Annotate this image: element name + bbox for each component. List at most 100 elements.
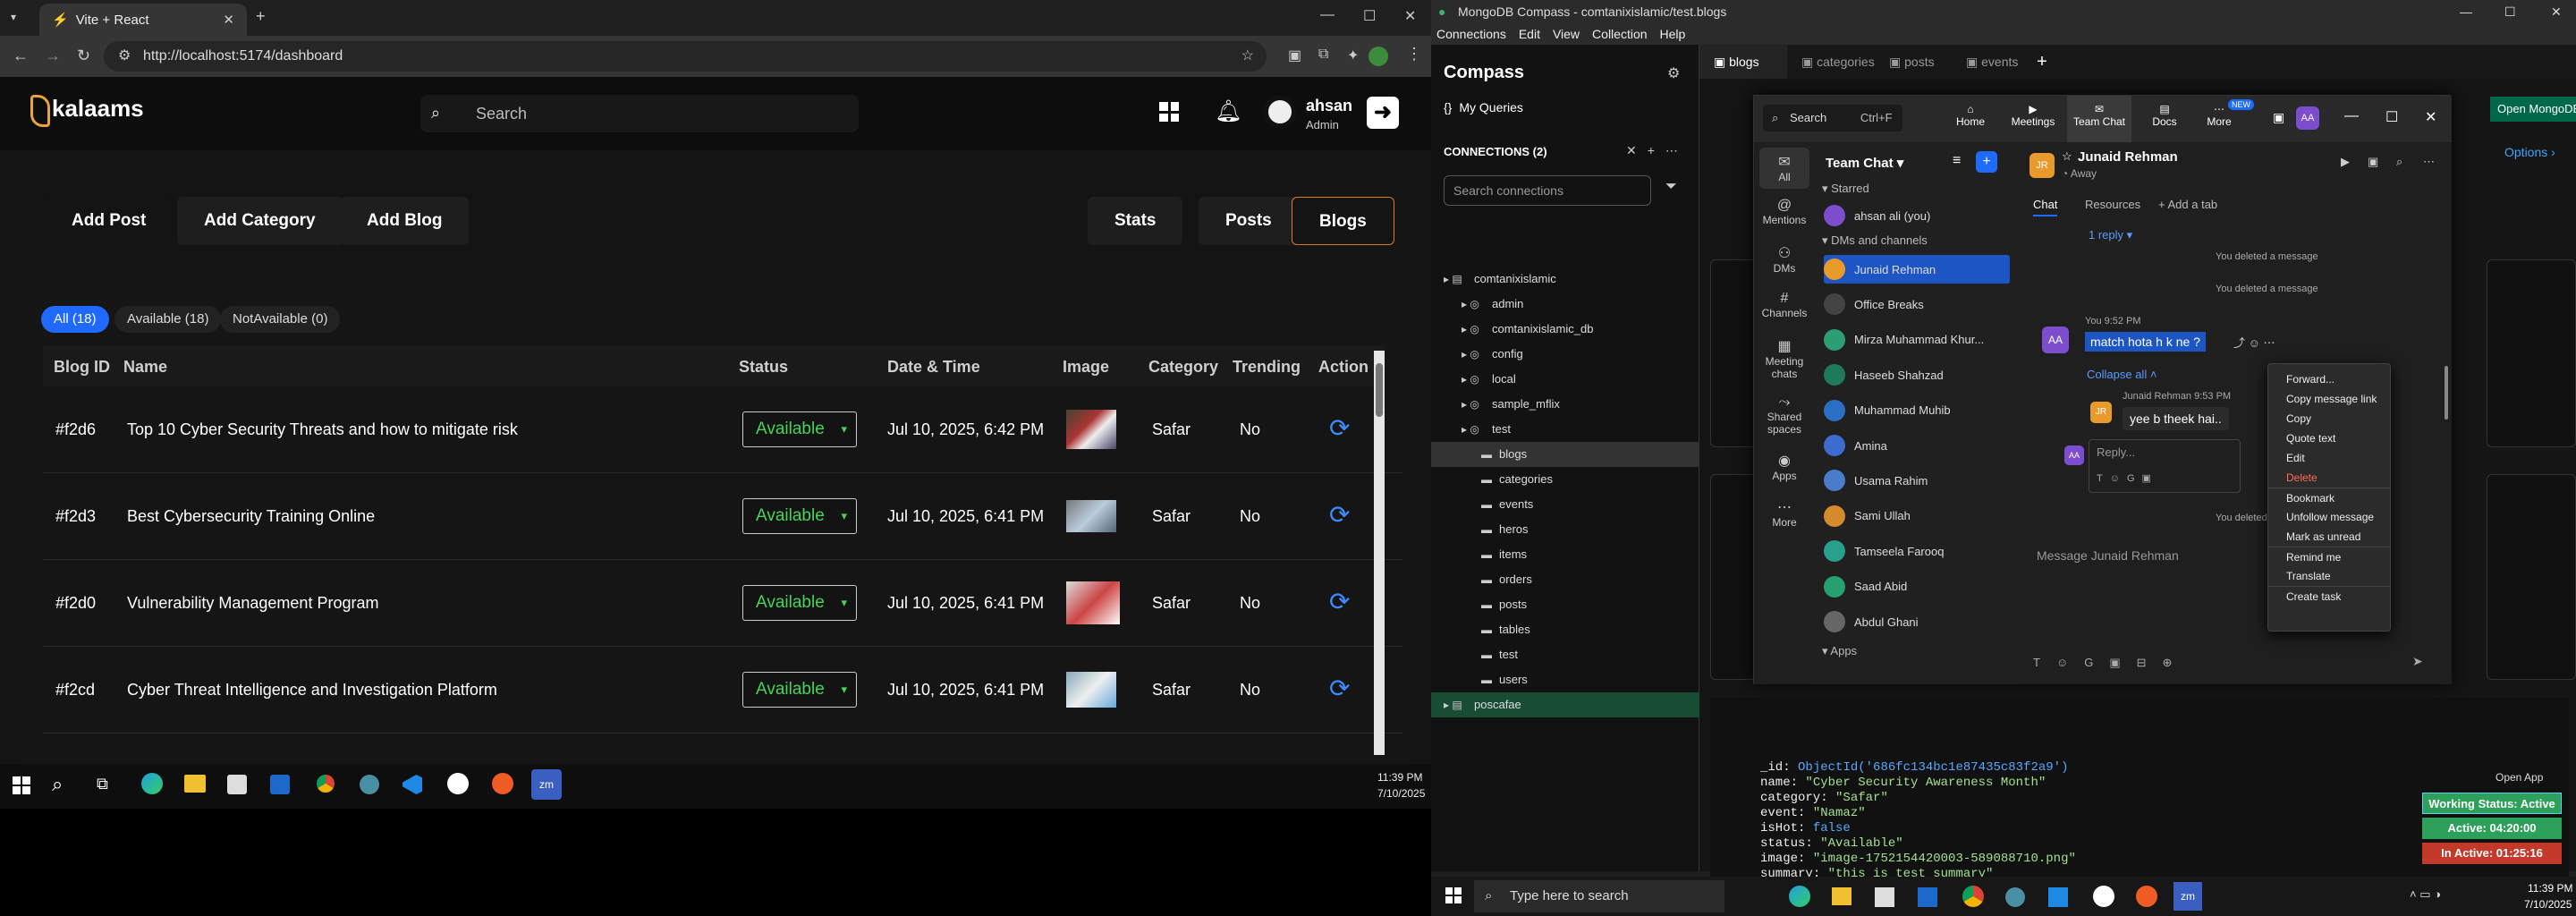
context-menu-item[interactable]: Translate: [2268, 566, 2390, 586]
tree-connection[interactable]: ▸ ▤ poscafae: [1431, 692, 1699, 717]
message-actions[interactable]: ⤴ ☺ ⋯: [2233, 334, 2275, 351]
chat-tab-chat[interactable]: Chat: [2033, 198, 2058, 216]
rail-channels[interactable]: # Channels: [1754, 291, 1815, 319]
reply-toolbar[interactable]: T☺G▣: [2097, 472, 2158, 484]
apps-section[interactable]: ▾ Apps: [1822, 644, 1857, 658]
context-menu-item[interactable]: Bookmark: [2268, 488, 2390, 507]
tab-events[interactable]: ▣ events: [1952, 45, 2029, 79]
search-icon[interactable]: ⌕: [2396, 155, 2402, 169]
menu-connections[interactable]: Connections: [1436, 27, 1506, 41]
add-category-button[interactable]: Add Category: [177, 197, 343, 245]
new-chat-button[interactable]: +: [1976, 151, 1997, 173]
open-shell-button[interactable]: Open MongoDB shell: [2490, 97, 2576, 122]
refresh-icon[interactable]: ⟳: [1329, 587, 1350, 616]
options-button[interactable]: Options ›: [2504, 140, 2576, 165]
context-menu-item[interactable]: Quote text: [2268, 428, 2390, 448]
contact-item[interactable]: Haseeb Shahzad: [1824, 360, 2010, 389]
add-post-button[interactable]: Add Post: [45, 197, 174, 245]
more-icon[interactable]: ⋯: [1665, 143, 1678, 158]
cast-icon[interactable]: ⧉: [1318, 47, 1328, 63]
explorer-icon[interactable]: [184, 775, 206, 793]
menu-collection[interactable]: Collection: [1592, 27, 1647, 41]
browser-menu-icon[interactable]: ⋮: [1406, 45, 1422, 64]
clock-time[interactable]: 11:39 PM: [1377, 771, 1422, 784]
tree-collection[interactable]: ▬ items: [1431, 542, 1699, 567]
tree-collection[interactable]: ▬ blogs: [1431, 442, 1699, 467]
store-icon[interactable]: [1875, 887, 1894, 907]
add-tab-icon[interactable]: +: [2029, 52, 2055, 72]
table-scrollbar[interactable]: [1374, 351, 1385, 755]
status-select[interactable]: Available ▾: [742, 411, 857, 447]
minimize-window-icon[interactable]: —: [2460, 0, 2472, 23]
tree-collection[interactable]: ▬ heros: [1431, 517, 1699, 542]
outlook-icon[interactable]: [1918, 887, 1937, 907]
extension-icon[interactable]: ▣: [1288, 47, 1301, 64]
chat-scrollbar[interactable]: [2445, 366, 2448, 420]
search-connections-input[interactable]: Search connections: [1444, 175, 1651, 206]
nav-meetings[interactable]: ▶ Meetings: [2006, 103, 2060, 128]
table-row[interactable]: #f2d6 Top 10 Cyber Security Threats and …: [43, 386, 1402, 473]
windows-start-icon[interactable]: [1445, 887, 1462, 903]
rail-more[interactable]: ⋯ More: [1754, 498, 1815, 529]
contact-item[interactable]: Junaid Rehman: [1824, 255, 2010, 284]
vscode-icon[interactable]: [2048, 887, 2068, 907]
context-menu-item[interactable]: Forward...: [2268, 369, 2390, 389]
star-icon[interactable]: ☆: [2062, 149, 2072, 164]
team-search-box[interactable]: ⌕ Search Ctrl+F: [1763, 105, 1902, 131]
refresh-icon[interactable]: ⟳: [1329, 500, 1350, 530]
context-menu-item[interactable]: Create task: [2268, 586, 2390, 606]
stats-tab[interactable]: Stats: [1088, 197, 1183, 245]
tray-icons[interactable]: ˄ ▭ ◑: [2410, 887, 2441, 902]
maximize-window-icon[interactable]: ☐: [2385, 108, 2398, 126]
blogs-tab[interactable]: Blogs: [1292, 197, 1394, 245]
rail-meeting-chats[interactable]: ▦ Meeting chats: [1754, 337, 1815, 380]
tree-collection[interactable]: ▬ users: [1431, 667, 1699, 692]
close-window-icon[interactable]: ✕: [1404, 7, 1416, 25]
more-icon[interactable]: ⋯: [2423, 155, 2435, 169]
contact-item[interactable]: Saad Abid: [1824, 572, 2010, 601]
tree-collection[interactable]: ▬ posts: [1431, 592, 1699, 617]
filter-all-chip[interactable]: All (18): [41, 306, 109, 333]
chrome-icon[interactable]: [1962, 886, 1984, 907]
context-menu-item[interactable]: Copy: [2268, 409, 2390, 428]
tree-collection[interactable]: ▬ test: [1431, 642, 1699, 667]
status-select[interactable]: Available ▾: [742, 498, 857, 534]
minimize-window-icon[interactable]: —: [1320, 7, 1335, 23]
menu-view[interactable]: View: [1553, 27, 1580, 41]
zoom-icon[interactable]: zm: [531, 769, 562, 800]
chat-name[interactable]: Junaid Rehman: [2078, 149, 2178, 165]
tab-categories[interactable]: ▣ categories: [1787, 45, 1875, 79]
context-menu-item[interactable]: Mark as unread: [2268, 527, 2390, 547]
collapse-all[interactable]: Collapse all ˄: [2087, 368, 2157, 381]
dms-section[interactable]: ▾ DMs and channels: [1822, 233, 1928, 248]
contact-item[interactable]: Tamseela Farooq: [1824, 537, 2010, 565]
contact-item[interactable]: Amina: [1824, 431, 2010, 460]
taskbar-search-icon[interactable]: ⌕: [52, 773, 63, 796]
scrollbar-thumb[interactable]: [1376, 363, 1383, 417]
chat-tab-resources[interactable]: Resources: [2085, 198, 2140, 211]
contact-item[interactable]: Office Breaks: [1824, 290, 2010, 318]
context-menu-item[interactable]: Copy message link: [2268, 389, 2390, 409]
refresh-icon[interactable]: ⟳: [1329, 674, 1350, 703]
context-menu-item[interactable]: Remind me: [2268, 547, 2390, 566]
close-tab-icon[interactable]: ✕: [223, 12, 234, 28]
tree-collection[interactable]: ▬ events: [1431, 492, 1699, 517]
tab-blogs[interactable]: ▣ blogs: [1699, 45, 1787, 79]
compose-toolbar[interactable]: T☺G▣⊟⊕: [2033, 656, 2188, 670]
github-icon[interactable]: [447, 773, 469, 794]
edge-icon[interactable]: [1789, 886, 1810, 907]
maximize-window-icon[interactable]: ☐: [2504, 0, 2516, 23]
chrome-icon[interactable]: [315, 773, 336, 794]
rail-mentions[interactable]: @ Mentions: [1754, 198, 1815, 226]
tree-collection[interactable]: ▬ categories: [1431, 467, 1699, 492]
contact-item[interactable]: Usama Rahim: [1824, 466, 2010, 495]
nav-home[interactable]: ⌂ Home: [1945, 103, 1996, 128]
refresh-icon[interactable]: ⟳: [1329, 413, 1350, 443]
contact-item[interactable]: Sami Ullah: [1824, 502, 2010, 530]
add-connection-icon[interactable]: +: [1648, 143, 1655, 158]
user-avatar[interactable]: [1263, 95, 1297, 129]
search-input[interactable]: Search: [420, 95, 859, 132]
reload-icon[interactable]: ↻: [77, 47, 90, 65]
context-menu-item[interactable]: Delete: [2268, 468, 2390, 488]
my-queries-link[interactable]: {} My Queries: [1444, 100, 1523, 114]
